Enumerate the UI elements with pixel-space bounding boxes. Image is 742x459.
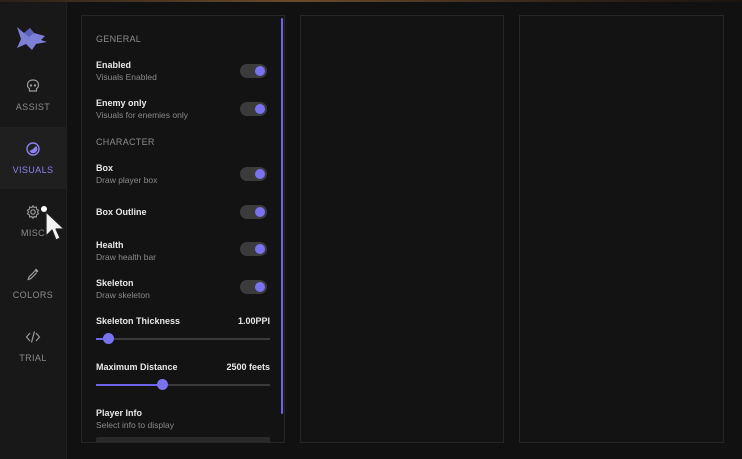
visuals-settings-panel: GENERAL Enabled Visuals Enabled Enemy on… [81, 15, 285, 443]
enemy-only-toggle[interactable] [240, 102, 267, 116]
nav-item-colors[interactable]: COLORS [0, 252, 66, 314]
option-enemy-only: Enemy only Visuals for enemies only [96, 98, 270, 120]
option-player-info: Player Info Select info to display [96, 408, 270, 430]
skeleton-toggle[interactable] [240, 280, 267, 294]
section-header-character: CHARACTER [96, 137, 155, 147]
toggle-knob [255, 104, 265, 114]
slider-label: Skeleton Thickness [96, 316, 181, 326]
option-box: Box Draw player box [96, 163, 270, 185]
code-icon [25, 331, 41, 343]
option-box-outline: Box Outline [96, 205, 270, 219]
slider-value: 1.00PPI [237, 316, 270, 326]
window-top-border [0, 0, 742, 2]
slider-label: Maximum Distance [96, 362, 178, 372]
nav-item-visuals[interactable]: VISUALS [0, 127, 66, 189]
gear-icon [26, 204, 40, 220]
nav-item-trial[interactable]: TRIAL [0, 315, 66, 377]
slider-thumb[interactable] [157, 379, 169, 390]
slider-value: 2500 feets [226, 362, 270, 372]
option-description: Select info to display [96, 420, 174, 430]
option-skeleton: Skeleton Draw skeleton [96, 278, 270, 300]
empty-panel-middle [300, 15, 504, 443]
wolf-logo-icon [17, 27, 47, 50]
toggle-knob [255, 169, 265, 179]
option-health: Health Draw health bar [96, 240, 270, 262]
nav-item-label: TRIAL [19, 353, 47, 363]
slider-fill [96, 384, 163, 386]
skeleton-thickness-slider[interactable] [96, 333, 270, 344]
option-enabled: Enabled Visuals Enabled [96, 60, 270, 82]
section-header-general: GENERAL [96, 34, 142, 44]
toggle-knob [255, 244, 265, 254]
health-toggle[interactable] [240, 242, 267, 256]
enabled-toggle[interactable] [240, 64, 267, 78]
scrollbar[interactable] [281, 18, 283, 414]
mouse-cursor-icon [45, 211, 65, 241]
toggle-knob [255, 207, 265, 217]
player-info-select[interactable] [96, 437, 270, 442]
nav-item-label: MISC [20, 228, 46, 238]
max-distance-slider[interactable] [96, 379, 270, 390]
nav-item-label: COLORS [12, 290, 54, 300]
slider-thumb[interactable] [103, 333, 115, 344]
visuals-circle-icon [26, 142, 40, 156]
nav-item-label: VISUALS [12, 165, 54, 175]
max-distance-slider-block: Maximum Distance 2500 feets [96, 362, 270, 390]
nav-item-assist[interactable]: ASSIST [0, 64, 66, 126]
empty-panel-right [519, 15, 724, 443]
box-outline-toggle[interactable] [240, 205, 267, 219]
skeleton-thickness-slider-block: Skeleton Thickness 1.00PPI [96, 316, 270, 344]
skull-icon [26, 79, 40, 92]
box-toggle[interactable] [240, 167, 267, 181]
toggle-knob [255, 66, 265, 76]
option-title: Player Info [96, 408, 143, 418]
nav-item-label: ASSIST [15, 102, 51, 112]
toggle-knob [255, 282, 265, 292]
eyedropper-icon [27, 268, 39, 281]
